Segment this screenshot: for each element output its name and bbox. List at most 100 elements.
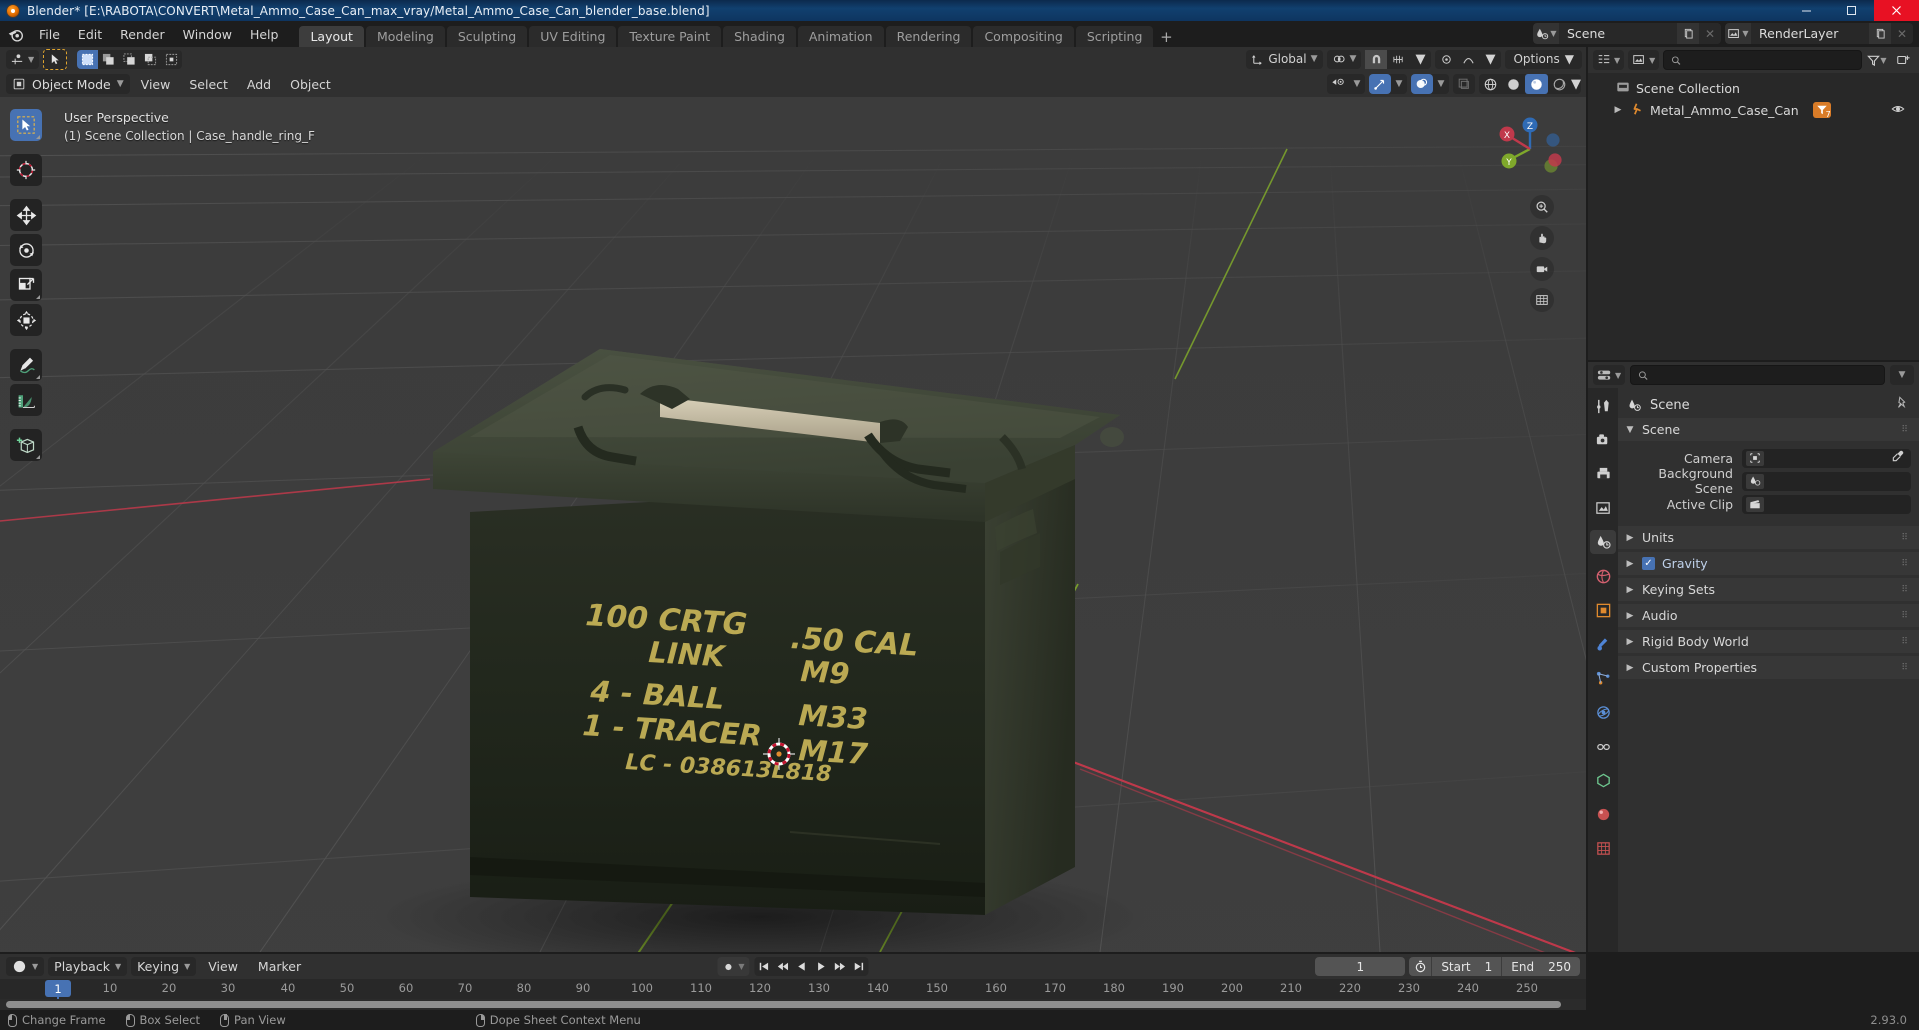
workspace-tab-compositing[interactable]: Compositing [973,26,1074,47]
interaction-mode-dropdown[interactable]: Object Mode ▼ [6,74,130,94]
workspace-tab-uv-editing[interactable]: UV Editing [529,26,617,47]
properties-tab-scene[interactable] [1590,530,1616,554]
select-set-mode[interactable] [77,49,99,69]
workspace-tab-sculpting[interactable]: Sculpting [446,26,528,47]
panel-audio[interactable]: ▶ Audio ⠿ [1618,604,1919,627]
view-layer-name[interactable]: RenderLayer [1751,23,1869,44]
timeline-editor-type-dropdown[interactable]: ▼ [6,957,45,976]
tool-measure[interactable] [10,384,42,416]
snap-chevron-icon[interactable]: ▼ [1409,50,1431,69]
shading-chevron-icon[interactable]: ▼ [1571,77,1581,92]
falloff-chevron-icon[interactable]: ▼ [1479,50,1501,69]
eyedropper-icon[interactable] [1891,450,1904,467]
end-frame-field[interactable]: End 250 [1501,957,1580,976]
outliner-row-object[interactable]: ▶ Metal_Ammo_Case_Can 7 [1588,99,1919,121]
playhead-marker[interactable]: 1 [45,980,71,997]
properties-tab-tool[interactable] [1590,394,1616,418]
zoom-icon[interactable] [1530,195,1554,219]
properties-tab-output[interactable] [1590,462,1616,486]
filter-icon[interactable]: ▼ [1866,51,1888,70]
properties-tab-constraints[interactable] [1590,734,1616,758]
view-layer-selector[interactable]: ▼ RenderLayer ✕ [1725,23,1913,44]
pivot-point-dropdown[interactable]: ▼ [1326,49,1362,69]
timeline-menu-keying[interactable]: Keying ▼ [131,957,197,976]
viewport-menu-select[interactable]: Select [181,74,236,94]
snap-to-dropdown[interactable] [1387,50,1409,69]
play-button[interactable] [812,957,831,976]
pin-icon[interactable] [1895,396,1909,414]
menu-render[interactable]: Render [111,24,174,44]
outliner-row-scene-collection[interactable]: Scene Collection [1588,77,1919,99]
start-frame-field[interactable]: Start 1 [1431,957,1501,976]
add-workspace-button[interactable]: + [1155,26,1177,47]
properties-tab-world[interactable] [1590,564,1616,588]
modifier-count-badge[interactable]: 7 [1812,102,1831,119]
outliner-display-mode-dropdown[interactable]: ▼ [1628,50,1660,70]
properties-search-input[interactable] [1654,368,1877,382]
show-overlays-icon[interactable] [1411,74,1433,94]
close-button[interactable] [1874,0,1919,21]
timeline-scrollbar-track[interactable] [0,999,1586,1010]
current-frame-field[interactable]: 1 [1315,957,1406,976]
outliner-search-box[interactable] [1663,50,1862,70]
remove-scene-button[interactable]: ✕ [1699,23,1721,44]
viewport-options-dropdown[interactable]: Options ▼ [1505,49,1582,69]
properties-tab-modifiers[interactable] [1590,632,1616,656]
properties-editor-type-dropdown[interactable]: ▼ [1593,365,1626,385]
timeline-menu-playback[interactable]: Playback ▼ [48,957,128,976]
show-gizmo-icon[interactable] [1369,74,1391,94]
gravity-checkbox[interactable]: ✓ [1642,557,1655,570]
panel-gravity[interactable]: ▶ ✓ Gravity ⠿ [1618,552,1919,575]
transform-orientation-dropdown[interactable]: Global ▼ [1246,49,1323,69]
properties-tab-object[interactable] [1590,598,1616,622]
jump-to-end-button[interactable] [850,957,869,976]
new-scene-button[interactable] [1677,23,1699,44]
maximize-button[interactable] [1829,0,1874,21]
timeline-menu-view[interactable]: View [200,957,246,976]
toggle-ortho-icon[interactable] [1530,288,1554,312]
panel-units[interactable]: ▶ Units ⠿ [1618,526,1919,549]
viewport-menu-view[interactable]: View [133,74,179,94]
workspace-tab-animation[interactable]: Animation [797,26,884,47]
shading-material-preview-icon[interactable] [1525,74,1548,94]
workspace-tab-shading[interactable]: Shading [723,26,796,47]
timeline-horizontal-scrollbar[interactable] [6,1001,1561,1008]
tool-scale[interactable] [10,269,42,301]
previous-keyframe-button[interactable] [774,957,793,976]
shading-wireframe-icon[interactable] [1479,74,1502,94]
properties-options-chevron-icon[interactable]: ▼ [1890,365,1914,385]
outliner-search-input[interactable] [1687,53,1854,67]
3d-viewport[interactable]: 100 CRTG .50 CAL LINK M9 4 - BALL M33 1 … [0,97,1586,952]
properties-tab-texture[interactable] [1590,836,1616,860]
proportional-falloff-icon[interactable] [1457,50,1479,69]
field-value-background-scene[interactable] [1742,471,1911,491]
menu-file[interactable]: File [30,24,69,44]
disclosure-triangle-icon[interactable]: ▶ [1612,105,1624,115]
properties-tab-render[interactable] [1590,428,1616,452]
field-active-clip[interactable]: Active Clip [1618,493,1911,515]
object-types-visibility-icon[interactable] [1327,74,1349,94]
select-box-tool-button[interactable] [43,48,68,70]
workspace-tab-scripting[interactable]: Scripting [1075,26,1154,47]
properties-tab-view-layer[interactable] [1590,496,1616,520]
new-view-layer-button[interactable] [1869,23,1891,44]
field-background-scene[interactable]: Background Scene [1618,466,1911,496]
proportional-edit-icon[interactable] [1435,50,1457,69]
pan-icon[interactable] [1530,226,1554,250]
select-intersect-mode[interactable] [161,50,182,69]
tool-tweak-select[interactable] [10,109,42,141]
tool-rotate[interactable] [10,234,42,266]
menu-edit[interactable]: Edit [69,24,111,44]
minimize-button[interactable] [1784,0,1829,21]
jump-to-start-button[interactable] [755,957,774,976]
outliner-editor-type-dropdown[interactable]: ▼ [1593,50,1625,70]
menu-help[interactable]: Help [241,24,288,44]
field-value-camera[interactable] [1742,448,1911,468]
shading-rendered-icon[interactable] [1548,74,1571,94]
chevron-down-icon[interactable]: ▼ [1349,74,1365,94]
tool-move[interactable] [10,199,42,231]
chevron-down-icon[interactable]: ▼ [1433,74,1449,94]
menu-window[interactable]: Window [174,24,241,44]
scene-selector[interactable]: ▼ Scene ✕ [1533,23,1721,44]
camera-view-icon[interactable] [1530,257,1554,281]
